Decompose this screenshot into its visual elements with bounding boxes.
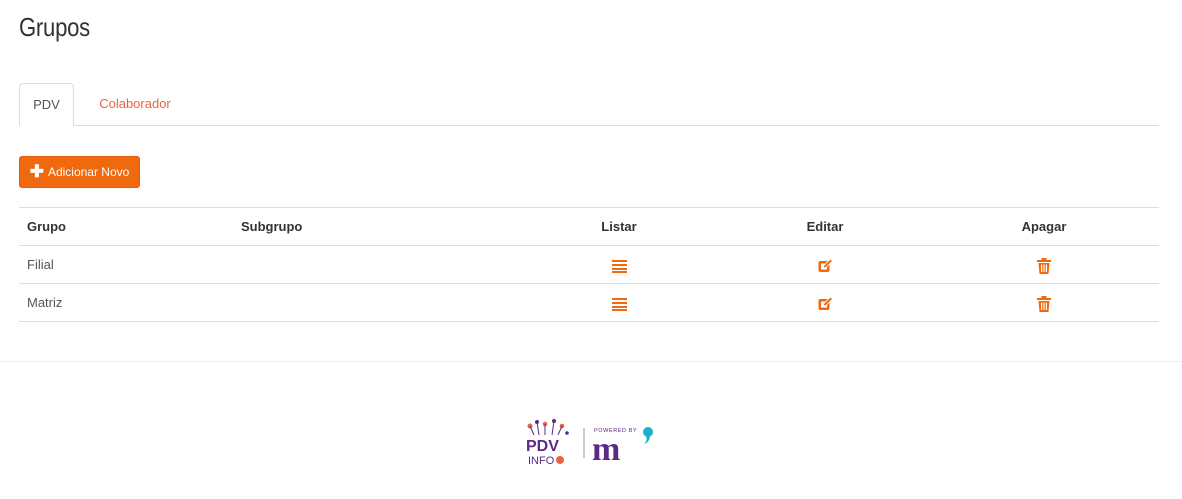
page-title: Grupos (19, 12, 90, 42)
header-apagar: Apagar (1021, 219, 1067, 234)
plus-icon: ✚ (29, 161, 44, 181)
svg-text:PDV: PDV (526, 438, 559, 455)
svg-text:INFO: INFO (528, 455, 555, 467)
add-new-label: Adicionar Novo (47, 165, 130, 179)
header-listar: Listar (601, 219, 637, 234)
groups-table: Grupo Subgrupo Listar Editar Apagar Fili… (19, 207, 1159, 322)
pdv-info-logo: PDV INFO (526, 419, 569, 467)
cell-grupo: Filial (27, 257, 54, 272)
table-row: Filial (19, 246, 1159, 284)
header-editar: Editar (806, 219, 844, 234)
add-new-button[interactable]: ✚ Adicionar Novo (19, 156, 140, 188)
svg-text:m: m (592, 431, 620, 468)
edit-icon[interactable] (818, 258, 833, 273)
list-icon[interactable] (611, 297, 627, 311)
header-grupo: Grupo (27, 219, 66, 234)
table-row: Matriz (19, 284, 1159, 322)
tab-bar: PDV Colaborador (19, 83, 1159, 126)
list-icon[interactable] (611, 259, 627, 273)
trash-icon[interactable] (1037, 295, 1051, 312)
powered-by-logo: POWERED BY m (592, 427, 653, 468)
footer-divider (0, 361, 1182, 362)
table-header-row: Grupo Subgrupo Listar Editar Apagar (19, 208, 1159, 246)
header-subgrupo: Subgrupo (241, 219, 303, 234)
trash-icon[interactable] (1037, 257, 1051, 274)
tab-pdv[interactable]: PDV (19, 83, 74, 126)
edit-icon[interactable] (818, 296, 833, 311)
tab-colaborador[interactable]: Colaborador (79, 83, 191, 126)
cell-grupo: Matriz (27, 295, 63, 310)
footer-logo: PDV INFO POWERED BY m (526, 419, 653, 468)
